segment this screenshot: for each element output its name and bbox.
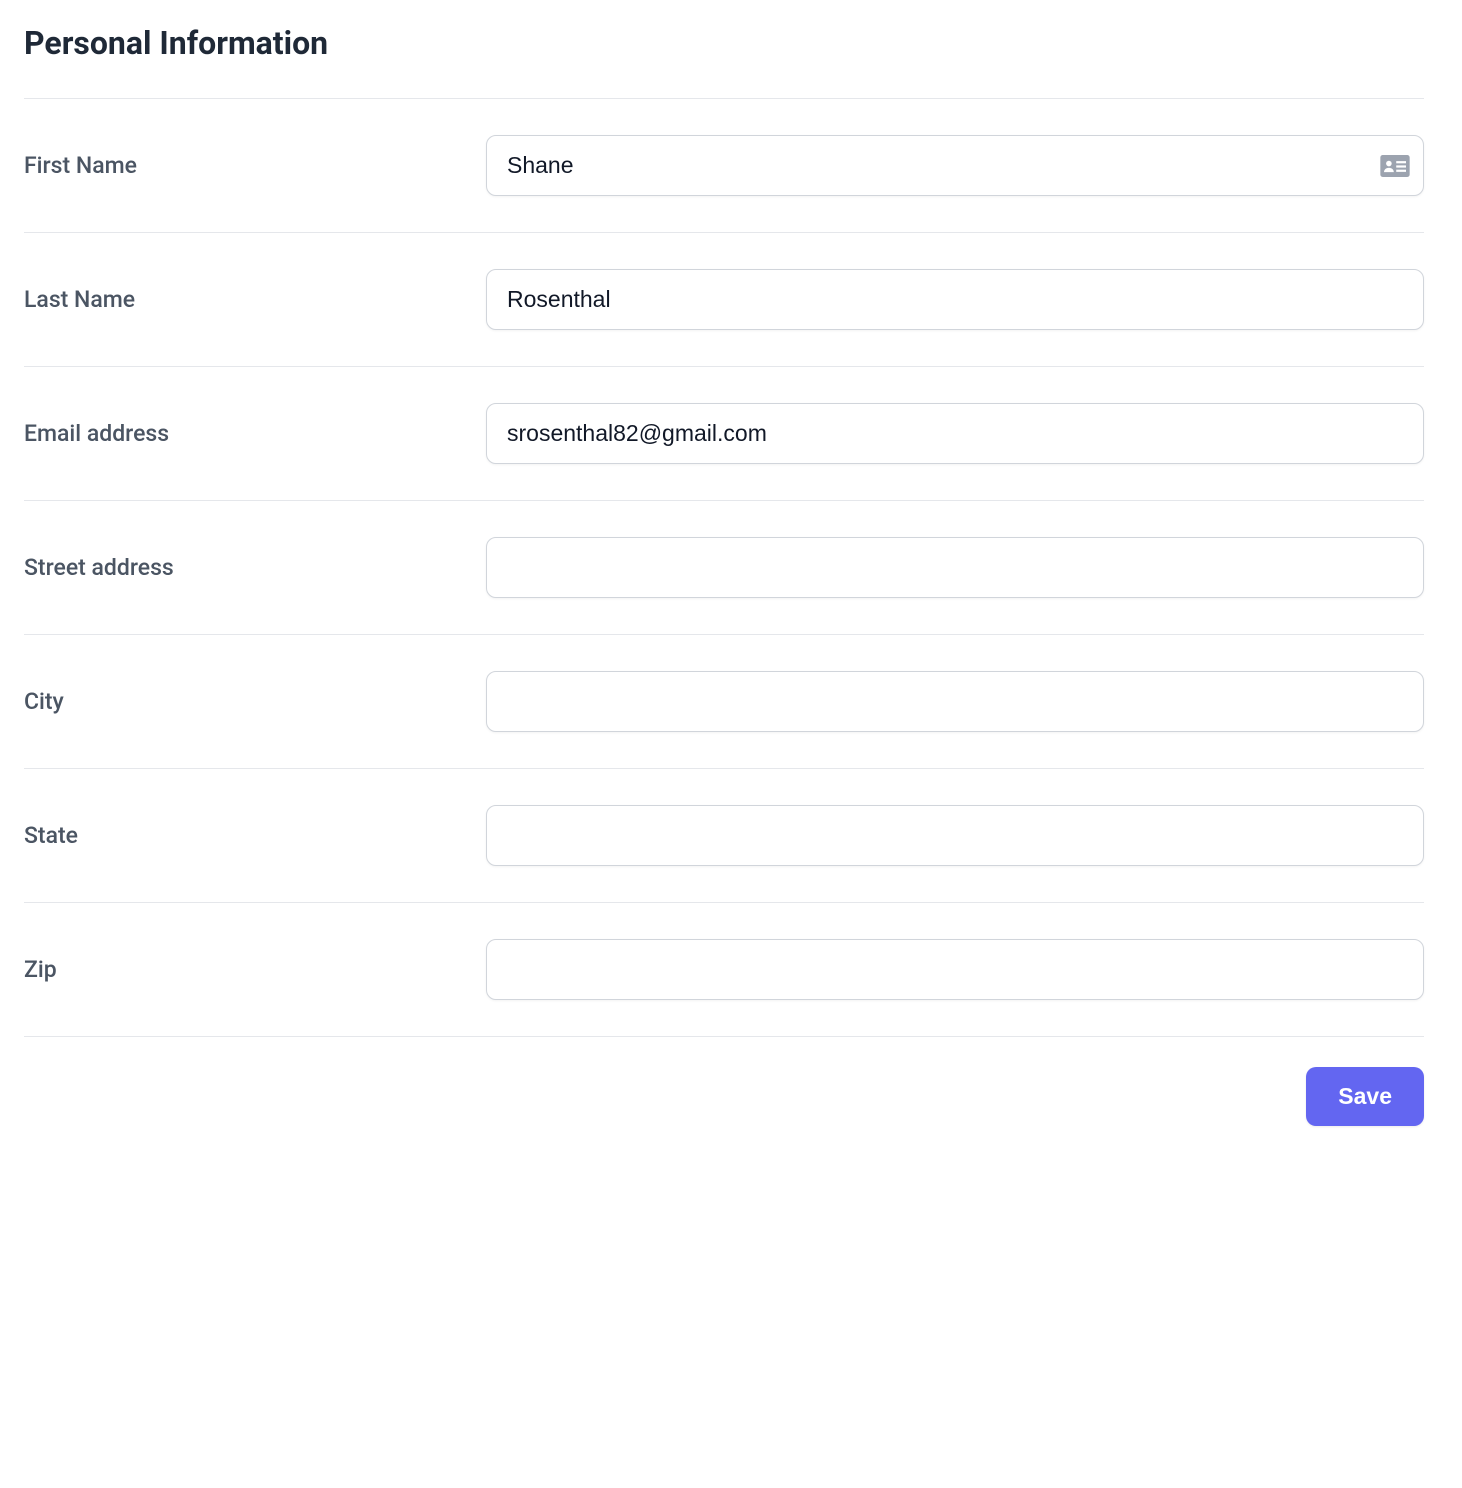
last-name-input-wrap [486, 269, 1424, 330]
field-row-email: Email address [24, 366, 1424, 500]
field-row-zip: Zip [24, 902, 1424, 1036]
street-label: Street address [24, 554, 486, 581]
city-label: City [24, 688, 486, 715]
street-input[interactable] [486, 537, 1424, 598]
id-card-icon [1380, 154, 1410, 178]
last-name-label: Last Name [24, 286, 486, 313]
email-input[interactable] [486, 403, 1424, 464]
field-row-first-name: First Name [24, 98, 1424, 232]
street-input-wrap [486, 537, 1424, 598]
first-name-input[interactable] [486, 135, 1424, 196]
personal-info-form: Personal Information First Name Last Nam… [24, 24, 1424, 1126]
field-row-city: City [24, 634, 1424, 768]
save-button[interactable]: Save [1306, 1067, 1424, 1126]
section-heading: Personal Information [24, 24, 1424, 62]
form-actions: Save [24, 1036, 1424, 1126]
zip-input-wrap [486, 939, 1424, 1000]
field-row-last-name: Last Name [24, 232, 1424, 366]
city-input[interactable] [486, 671, 1424, 732]
city-input-wrap [486, 671, 1424, 732]
field-row-state: State [24, 768, 1424, 902]
state-label: State [24, 822, 486, 849]
email-label: Email address [24, 420, 486, 447]
zip-input[interactable] [486, 939, 1424, 1000]
email-input-wrap [486, 403, 1424, 464]
first-name-label: First Name [24, 152, 486, 179]
state-input[interactable] [486, 805, 1424, 866]
zip-label: Zip [24, 956, 486, 983]
last-name-input[interactable] [486, 269, 1424, 330]
state-input-wrap [486, 805, 1424, 866]
first-name-input-wrap [486, 135, 1424, 196]
field-row-street: Street address [24, 500, 1424, 634]
